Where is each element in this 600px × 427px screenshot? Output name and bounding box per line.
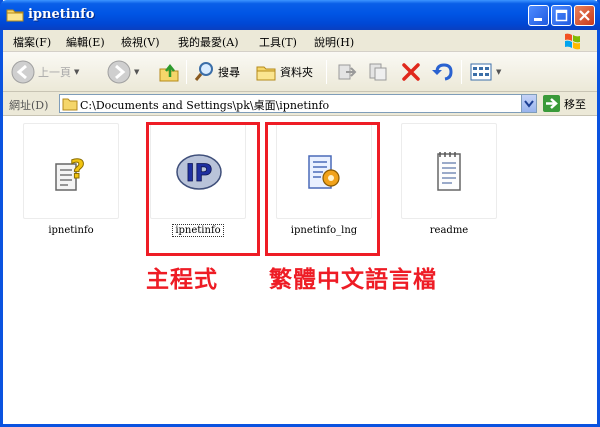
file-item-ipnetinfo-unknown[interactable]: ? ipnetinfo — [23, 123, 119, 236]
menu-view[interactable]: 檢視(V) — [121, 34, 160, 50]
chevron-down-icon[interactable]: ▼ — [74, 68, 79, 76]
copy-to-icon — [369, 63, 387, 81]
highlight-box-language-file — [265, 122, 380, 256]
address-bar: 網址(D) C:\Documents and Settings\pk\桌面\ip… — [3, 92, 597, 116]
file-item-readme[interactable]: readme — [401, 123, 497, 236]
highlight-box-main-program — [146, 122, 260, 256]
file-view[interactable]: ? ipnetinfo IP ipnetinfo ipnetinfo_lng r… — [3, 117, 597, 424]
address-dropdown-button[interactable] — [521, 95, 536, 112]
chevron-down-icon[interactable]: ▼ — [496, 68, 501, 76]
move-to-button[interactable] — [336, 59, 358, 85]
chevron-down-icon — [524, 100, 534, 108]
folder-icon — [6, 9, 24, 22]
window-title: ipnetinfo — [28, 7, 95, 22]
menu-help[interactable]: 說明(H) — [314, 34, 354, 50]
search-label: 搜尋 — [218, 66, 240, 79]
address-input[interactable]: C:\Documents and Settings\pk\桌面\ipnetinf… — [59, 94, 537, 113]
file-name: ipnetinfo — [48, 225, 94, 236]
close-icon — [579, 10, 590, 21]
explorer-window: ipnetinfo 檔案(F) 編輯(E) 檢視(V) 我的最愛(A) 工具(T… — [0, 0, 600, 427]
toolbar: 上一頁 ▼ ▼ 搜尋 資料夾 ▼ — [3, 52, 597, 92]
go-label: 移至 — [564, 97, 586, 111]
folder-icon — [62, 98, 78, 111]
maximize-icon — [555, 9, 568, 22]
file-name: readme — [429, 225, 469, 236]
svg-text:?: ? — [70, 155, 85, 185]
address-value: C:\Documents and Settings\pk\桌面\ipnetinf… — [80, 99, 330, 112]
views-button[interactable]: ▼ — [469, 59, 501, 85]
folders-label: 資料夾 — [280, 66, 313, 79]
menu-file[interactable]: 檔案(F) — [13, 34, 51, 50]
search-button[interactable]: 搜尋 — [193, 59, 240, 85]
up-folder-button[interactable] — [158, 59, 180, 85]
folders-button[interactable]: 資料夾 — [255, 59, 313, 85]
caption-main-program: 主程式 — [146, 267, 218, 293]
menu-favorites[interactable]: 我的最愛(A) — [178, 34, 239, 50]
delete-icon — [402, 63, 420, 81]
chevron-down-icon[interactable]: ▼ — [134, 68, 139, 76]
text-file-icon — [437, 152, 461, 191]
go-arrow-icon — [543, 95, 560, 112]
minimize-button[interactable] — [528, 5, 549, 26]
forward-button[interactable]: ▼ — [107, 59, 139, 85]
menu-edit[interactable]: 編輯(E) — [66, 34, 105, 50]
undo-icon — [432, 63, 453, 81]
go-button[interactable]: 移至 — [543, 95, 586, 112]
back-arrow-icon — [11, 60, 35, 84]
back-label: 上一頁 — [38, 66, 71, 79]
folders-icon — [256, 66, 276, 81]
back-button[interactable]: 上一頁 ▼ — [11, 59, 79, 85]
caption-language-file: 繁體中文語言檔 — [269, 267, 437, 293]
maximize-button[interactable] — [551, 5, 572, 26]
forward-arrow-icon — [107, 60, 131, 84]
unknown-file-icon: ? — [55, 155, 86, 191]
up-folder-icon — [159, 63, 179, 82]
menu-bar: 檔案(F) 編輯(E) 檢視(V) 我的最愛(A) 工具(T) 說明(H) — [3, 30, 597, 52]
views-grid-icon — [470, 63, 492, 81]
title-bar[interactable]: ipnetinfo — [0, 0, 600, 30]
windows-logo-icon — [565, 33, 580, 50]
copy-to-button[interactable] — [367, 59, 389, 85]
undo-button[interactable] — [431, 59, 453, 85]
address-label: 網址(D) — [9, 99, 49, 112]
close-button[interactable] — [574, 5, 595, 26]
delete-button[interactable] — [400, 59, 422, 85]
menu-tools[interactable]: 工具(T) — [259, 34, 297, 50]
search-icon — [194, 62, 213, 81]
move-to-icon — [338, 64, 357, 80]
minimize-icon — [534, 18, 542, 21]
